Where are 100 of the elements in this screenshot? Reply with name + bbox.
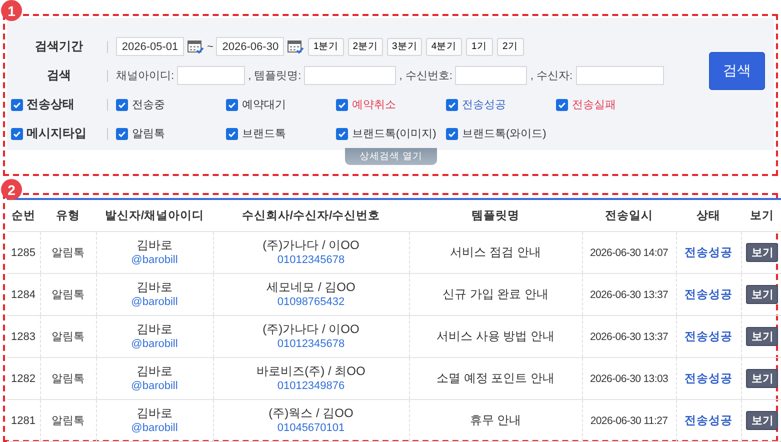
channel-id: @barobill xyxy=(131,420,178,436)
view-button[interactable]: 보기 xyxy=(746,411,778,430)
input-field[interactable] xyxy=(455,66,528,85)
checkbox[interactable] xyxy=(446,128,458,140)
table-cell: 서비스 점검 안내 xyxy=(450,245,541,259)
range-separator: ~ xyxy=(207,40,214,52)
table-cell: 2026-06-30 13:37 xyxy=(590,330,668,342)
table-cell: 2026-06-30 11:27 xyxy=(590,414,668,426)
column-header: 순번 xyxy=(12,210,36,222)
checkbox[interactable] xyxy=(226,98,238,110)
recipient-name: (주)가나다 / 이OO xyxy=(262,238,360,252)
search-button[interactable]: 검색 xyxy=(709,52,765,90)
status-text: 전송성공 xyxy=(684,373,732,385)
table-cell: 알림톡 xyxy=(52,331,84,343)
phone-number: 01045670101 xyxy=(277,420,345,436)
table-cell: 알림톡 xyxy=(52,247,84,259)
column-header: 보기 xyxy=(750,210,774,222)
checkbox[interactable] xyxy=(116,128,128,140)
checkbox-label[interactable]: 전송상태 xyxy=(26,96,74,113)
checkbox[interactable] xyxy=(556,98,568,110)
checkbox-label[interactable]: 알림톡 xyxy=(132,126,165,141)
status-text: 전송성공 xyxy=(684,331,732,343)
table-cell: 휴무 안내 xyxy=(470,413,522,427)
column-header: 상태 xyxy=(696,210,720,222)
checkbox[interactable] xyxy=(226,128,238,140)
recipient-name: 바로비즈(주) / 최OO xyxy=(256,364,366,378)
checkbox[interactable] xyxy=(10,128,22,140)
table-cell: 1282 xyxy=(11,372,36,384)
checkbox[interactable] xyxy=(336,98,348,110)
channel-id: @barobill xyxy=(131,378,178,394)
column-header: 유형 xyxy=(56,210,80,222)
table-cell: 2026-06-30 13:37 xyxy=(590,288,668,300)
column-header: 템플릿명 xyxy=(472,210,520,222)
period-button[interactable]: 3분기 xyxy=(387,38,422,56)
period-button[interactable]: 1기 xyxy=(466,38,493,56)
field-label: , 수신자: xyxy=(530,69,573,83)
table-cell: 소멸 예정 포인트 안내 xyxy=(436,371,554,385)
checkbox[interactable] xyxy=(446,98,458,110)
column-header: 전송일시 xyxy=(605,210,653,222)
status-text: 전송성공 xyxy=(684,289,732,301)
field-label: 채널아이디: xyxy=(116,69,174,83)
input-field[interactable] xyxy=(177,66,246,85)
period-button[interactable]: 1분기 xyxy=(308,38,344,56)
checkbox-label[interactable]: 전송중 xyxy=(132,97,165,112)
column-header: 발신자/채널아이디 xyxy=(104,210,204,222)
table-cell: 알림톡 xyxy=(52,373,84,385)
table-cell: 1281 xyxy=(11,414,36,426)
checkbox-label[interactable]: 브랜드톡(이미지) xyxy=(352,126,436,141)
field-label: 검색 xyxy=(47,67,71,84)
phone-number: 01012345678 xyxy=(277,252,345,268)
view-button[interactable]: 보기 xyxy=(746,285,778,304)
checkbox-label[interactable]: 브랜드톡(와이드) xyxy=(462,126,546,141)
date-field[interactable]: 2026-05-01 xyxy=(116,37,184,56)
sender-name: 김바로 xyxy=(136,280,172,294)
status-text: 전송성공 xyxy=(684,415,732,427)
table-cell: 1285 xyxy=(11,246,36,258)
input-field[interactable] xyxy=(576,66,664,85)
date-field[interactable]: 2026-06-30 xyxy=(216,37,284,56)
checkbox[interactable] xyxy=(10,98,22,110)
period-button[interactable]: 2기 xyxy=(496,38,524,56)
channel-id: @barobill xyxy=(131,336,178,352)
table-cell: 1284 xyxy=(11,288,36,300)
recipient-name: (주)웍스 / 김OO xyxy=(268,406,354,420)
table-cell: 서비스 사용 방법 안내 xyxy=(436,329,554,343)
checkbox[interactable] xyxy=(116,98,128,110)
checkbox-label[interactable]: 예약대기 xyxy=(242,97,286,112)
table-cell: 1283 xyxy=(11,330,36,342)
period-button[interactable]: 4분기 xyxy=(426,38,462,56)
column-header: 수신회사/수신자/수신번호 xyxy=(242,210,380,222)
recipient-name: 세모네모 / 김OO xyxy=(266,280,356,294)
calendar-icon[interactable] xyxy=(187,38,204,54)
checkbox[interactable] xyxy=(336,128,348,140)
section-badge: 2 xyxy=(1,179,22,200)
field-label: 검색기간 xyxy=(35,38,83,55)
phone-number: 01012345678 xyxy=(277,336,345,352)
section-badge: 1 xyxy=(1,0,22,21)
table-cell: 2026-06-30 14:07 xyxy=(590,246,668,258)
recipient-name: (주)가나다 / 이OO xyxy=(262,322,360,336)
checkbox-label[interactable]: 예약취소 xyxy=(352,97,396,112)
status-text: 전송성공 xyxy=(684,247,732,259)
field-label: , 템플릿명: xyxy=(248,69,302,83)
checkbox-label[interactable]: 브랜드톡 xyxy=(242,126,286,141)
sender-name: 김바로 xyxy=(136,322,172,336)
phone-number: 01098765432 xyxy=(277,294,345,310)
table-cell: 알림톡 xyxy=(52,415,84,427)
period-button[interactable]: 2분기 xyxy=(348,38,384,56)
sender-name: 김바로 xyxy=(136,238,172,252)
checkbox-label[interactable]: 메시지타입 xyxy=(26,125,86,142)
input-field[interactable] xyxy=(304,66,396,85)
checkbox-label[interactable]: 전송성공 xyxy=(462,97,506,112)
view-button[interactable]: 보기 xyxy=(746,369,778,388)
view-button[interactable]: 보기 xyxy=(746,243,778,262)
sender-name: 김바로 xyxy=(136,364,172,378)
view-button[interactable]: 보기 xyxy=(746,327,778,346)
checkbox-label[interactable]: 전송실패 xyxy=(572,97,616,112)
channel-id: @barobill xyxy=(131,294,178,310)
calendar-icon[interactable] xyxy=(287,38,304,54)
phone-number: 01012349876 xyxy=(277,378,345,394)
channel-id: @barobill xyxy=(131,252,178,268)
table-cell: 알림톡 xyxy=(52,289,84,301)
